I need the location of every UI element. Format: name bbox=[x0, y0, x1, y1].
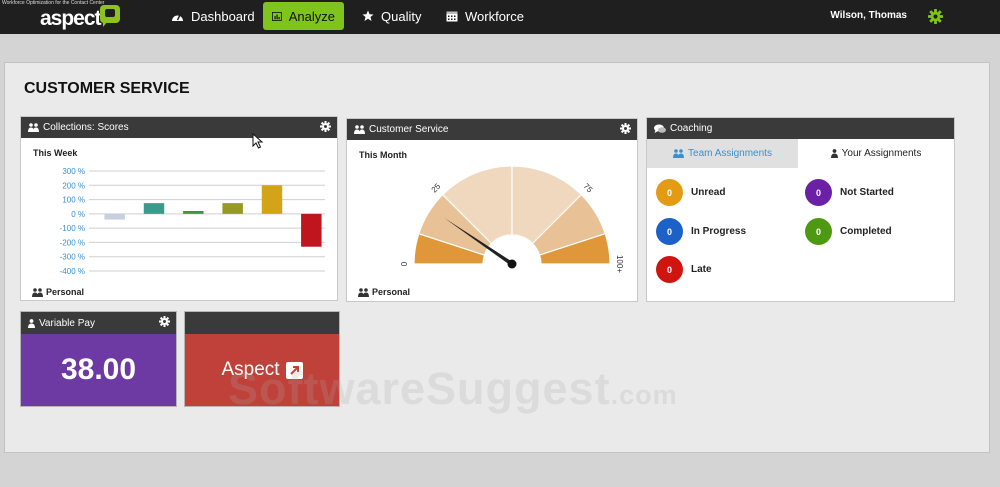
group-icon bbox=[358, 287, 369, 297]
person-icon bbox=[830, 149, 838, 158]
nav-dashboard[interactable]: Dashboard bbox=[162, 2, 264, 30]
bar[interactable] bbox=[143, 203, 165, 214]
group-icon bbox=[673, 149, 685, 158]
y-tick-label: -100 % bbox=[60, 224, 85, 233]
count-badge: 0 bbox=[656, 256, 683, 283]
chart-gridlines bbox=[89, 170, 325, 272]
top-navigation-bar: Workforce Optimization for the Contact C… bbox=[0, 0, 1000, 34]
collections-card-header: Collections: Scores bbox=[21, 117, 337, 138]
speech-bubble-icon bbox=[100, 5, 120, 27]
nav-workforce-label: Workforce bbox=[465, 8, 524, 24]
star-icon bbox=[362, 10, 374, 21]
y-tick-label: 0 % bbox=[71, 210, 85, 219]
nav-analyze[interactable]: Analyze bbox=[263, 2, 344, 30]
y-tick-label: -300 % bbox=[60, 253, 85, 262]
card-settings-gear-icon[interactable] bbox=[620, 123, 631, 134]
customer-service-footer-label: Personal bbox=[372, 287, 411, 297]
nav-workforce[interactable]: Workforce bbox=[437, 2, 533, 30]
gauge-tick-label: 75 bbox=[582, 182, 595, 195]
tab-team-assignments[interactable]: Team Assignments bbox=[647, 139, 798, 168]
collections-footer-label: Personal bbox=[46, 287, 85, 297]
gauge-tick-label: 25 bbox=[430, 181, 443, 194]
bar-chart-icon bbox=[272, 11, 282, 21]
nav-quality-label: Quality bbox=[381, 8, 422, 24]
bar[interactable] bbox=[261, 185, 283, 214]
person-icon bbox=[28, 318, 35, 328]
logo-tagline: Workforce Optimization for the Contact C… bbox=[2, 0, 105, 6]
count-badge: 0 bbox=[656, 179, 683, 206]
bar[interactable] bbox=[183, 211, 204, 214]
tab-your-assignments-label: Your Assignments bbox=[841, 148, 922, 159]
count-badge: 0 bbox=[656, 218, 683, 245]
gauge-needle-hub bbox=[507, 259, 517, 269]
bar[interactable] bbox=[104, 213, 125, 220]
coaching-card: Coaching Team Assignments Your Assignmen… bbox=[646, 117, 955, 302]
settings-gear-icon[interactable] bbox=[928, 9, 943, 24]
mouse-cursor-icon bbox=[252, 133, 264, 149]
coaching-tabs: Team Assignments Your Assignments bbox=[647, 139, 954, 168]
count-badge: 0 bbox=[805, 218, 832, 245]
group-icon bbox=[32, 287, 43, 297]
coaching-item-unread[interactable]: 0 Unread bbox=[656, 179, 725, 206]
y-tick-label: 300 % bbox=[62, 167, 85, 176]
tab-your-assignments[interactable]: Your Assignments bbox=[798, 139, 954, 168]
nav-analyze-label: Analyze bbox=[288, 8, 335, 24]
customer-service-footer: Personal bbox=[358, 287, 410, 297]
gauge-tick-label: 100+ bbox=[615, 255, 624, 273]
calendar-icon bbox=[446, 11, 458, 22]
tab-team-assignments-label: Team Assignments bbox=[688, 148, 772, 159]
variable-pay-value: 38.00 bbox=[21, 334, 176, 406]
coaching-item-late[interactable]: 0 Late bbox=[656, 256, 712, 283]
watermark-text: SoftwareSuggest bbox=[228, 363, 611, 414]
coaching-item-completed[interactable]: 0 Completed bbox=[805, 218, 892, 245]
y-tick-label: 100 % bbox=[62, 196, 85, 205]
watermark: SoftwareSuggest.com bbox=[228, 363, 678, 415]
variable-pay-card[interactable]: Variable Pay 38.00 bbox=[20, 311, 177, 407]
coaching-item-in-progress[interactable]: 0 In Progress bbox=[656, 218, 746, 245]
gauge-tick-label: 50 bbox=[508, 159, 517, 161]
group-icon bbox=[354, 125, 365, 134]
card-settings-gear-icon[interactable] bbox=[320, 121, 331, 132]
bar[interactable] bbox=[222, 203, 243, 214]
watermark-suffix: .com bbox=[610, 380, 678, 410]
coaching-item-label: Not Started bbox=[840, 187, 894, 198]
customer-service-card-title: Customer Service bbox=[369, 124, 449, 135]
card-settings-gear-icon[interactable] bbox=[159, 316, 170, 327]
aspect-tile-header bbox=[185, 312, 339, 334]
page-title: CUSTOMER SERVICE bbox=[24, 80, 190, 97]
gauge-segments bbox=[413, 165, 611, 265]
collections-footer: Personal bbox=[32, 287, 84, 297]
chart-bars bbox=[104, 185, 322, 247]
customer-service-card: Customer Service This Month 0255075100+ … bbox=[346, 118, 638, 302]
bar[interactable] bbox=[301, 213, 322, 247]
y-tick-label: -400 % bbox=[60, 267, 85, 276]
dashboard-icon bbox=[172, 14, 183, 21]
scores-bar-chart: 300 % 200 % 100 % 0 % -100 % -200 % -300 % -400… bbox=[60, 167, 325, 276]
nav-quality[interactable]: Quality bbox=[353, 2, 430, 30]
variable-pay-header: Variable Pay bbox=[21, 312, 176, 334]
y-tick-label: -200 % bbox=[60, 238, 85, 247]
coaching-card-title: Coaching bbox=[670, 123, 713, 134]
y-tick-label: 200 % bbox=[62, 181, 85, 190]
nav-dashboard-label: Dashboard bbox=[191, 8, 255, 24]
coaching-card-header: Coaching bbox=[647, 118, 954, 139]
coaching-item-label: Late bbox=[691, 264, 712, 275]
coaching-item-label: Completed bbox=[840, 226, 892, 237]
count-badge: 0 bbox=[805, 179, 832, 206]
collections-scores-card: Collections: Scores This Week 300 % 200 %… bbox=[20, 116, 338, 301]
customer-service-gauge: 0 25 50 75 100+ bbox=[400, 159, 624, 273]
gauge-tick-label: 0 bbox=[400, 261, 409, 266]
chart-y-axis: 300 % 200 % 100 % 0 % -100 % -200 % -300 % -400… bbox=[60, 167, 85, 276]
logo-text: aspect bbox=[40, 7, 102, 30]
variable-pay-title: Variable Pay bbox=[39, 317, 95, 329]
collections-card-title: Collections: Scores bbox=[43, 122, 129, 133]
user-name[interactable]: Wilson, Thomas bbox=[830, 10, 907, 21]
customer-service-card-header: Customer Service bbox=[347, 119, 637, 140]
group-icon bbox=[28, 123, 39, 132]
coaching-item-not-started[interactable]: 0 Not Started bbox=[805, 179, 894, 206]
coaching-item-label: Unread bbox=[691, 187, 726, 198]
coaching-item-label: In Progress bbox=[691, 226, 747, 237]
chat-bubbles-icon bbox=[654, 124, 666, 133]
